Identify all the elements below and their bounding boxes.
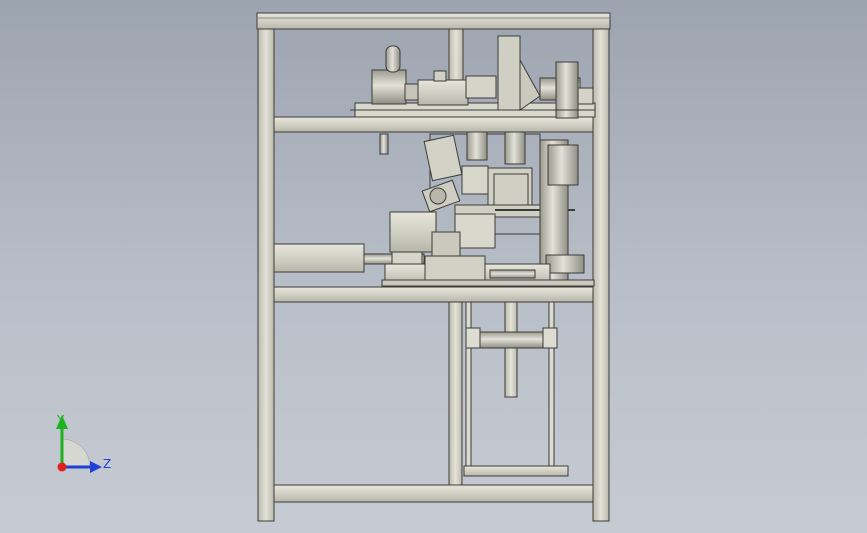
frame-shelf-rail-middle: [273, 286, 594, 303]
lower-cylinder: [477, 331, 547, 349]
frame-top-rail: [256, 12, 611, 30]
pneumatic-cylinder: [273, 243, 365, 273]
machine-frame-model[interactable]: [0, 0, 867, 533]
axis-triad-quadrant-icon: [61, 438, 91, 468]
y-axis-label: Y: [57, 413, 65, 427]
motor-body: [389, 211, 437, 253]
cad-viewport[interactable]: Y Z: [0, 0, 867, 533]
frame-left-post: [257, 28, 275, 522]
axis-triad-graphic: [56, 415, 102, 473]
frame-shelf-rail-upper: [273, 116, 594, 133]
axis-triad: Y Z: [40, 405, 130, 485]
z-axis-label: Z: [103, 457, 112, 471]
frame-base-rail: [273, 484, 594, 503]
frame-lower-post-left: [448, 301, 463, 486]
